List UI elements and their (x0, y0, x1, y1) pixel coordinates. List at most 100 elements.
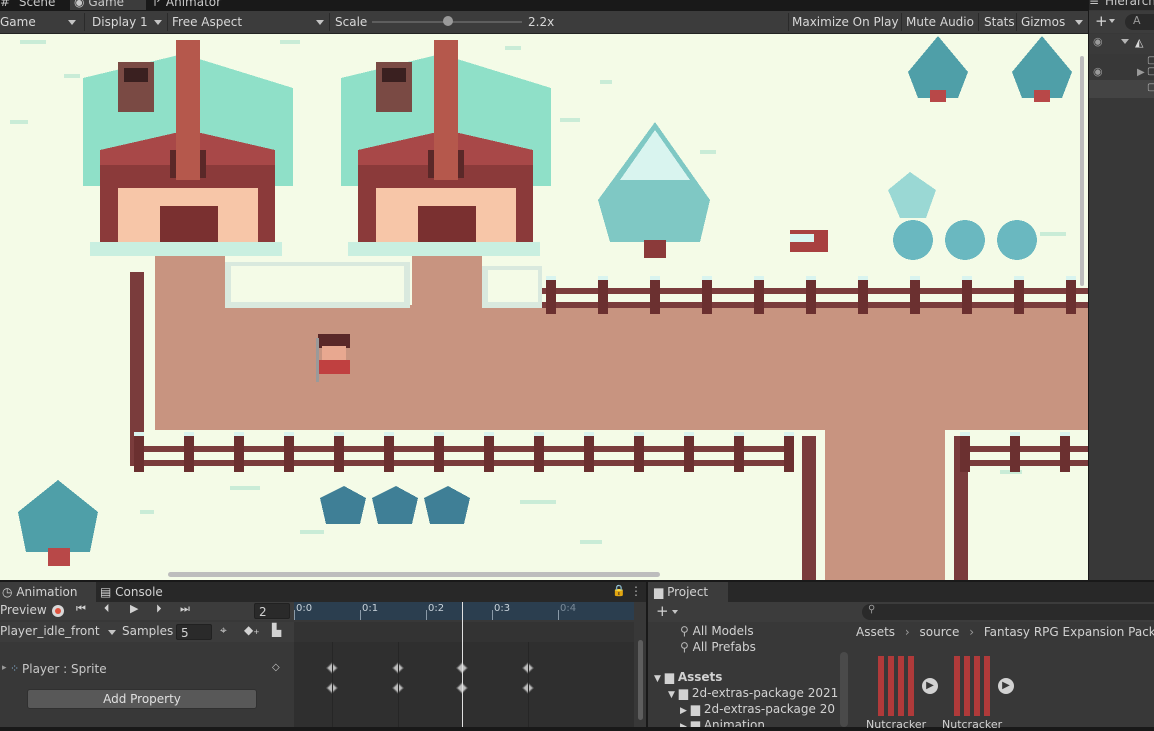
mute-audio-button[interactable]: Mute Audio (906, 13, 974, 31)
preview-button[interactable]: Preview (0, 603, 47, 617)
scale-slider-handle[interactable] (442, 16, 453, 26)
game-icon: ◉ (74, 0, 85, 9)
breadcrumb-item[interactable]: Assets (856, 625, 895, 639)
search-icon: ⚲ (868, 604, 876, 615)
timeline-tick-mark (558, 610, 559, 620)
playhead[interactable] (462, 602, 463, 727)
first-keyframe-icon[interactable]: ⏮ (76, 602, 86, 616)
sprite-sheet-preview (954, 656, 994, 716)
divider (788, 13, 789, 31)
expand-arrow-icon[interactable] (1121, 39, 1129, 44)
divider (901, 13, 902, 31)
breadcrumb-item[interactable]: source (920, 625, 960, 639)
tree-item-label: 2d-extras-package 20 (703, 702, 835, 716)
hierarchy-search-input[interactable]: A (1125, 14, 1154, 30)
scale-label: Scale (335, 15, 368, 29)
expand-arrow-icon[interactable]: ▶ (1137, 67, 1145, 78)
tab-animation[interactable]: ◷ Animation (0, 582, 96, 602)
dopesheet-area[interactable] (294, 642, 634, 727)
kebab-menu-icon[interactable]: ⋮ (630, 584, 642, 598)
search-field-glyph: A (1133, 14, 1141, 27)
last-keyframe-icon[interactable]: ⏭ (180, 602, 190, 616)
project-search-input[interactable]: ⚲ (862, 604, 1154, 620)
frame-field[interactable]: 2 (254, 603, 290, 619)
favorite-item[interactable]: ⚲ All Models (680, 624, 754, 638)
asset-thumbnail[interactable]: ▶ Nutcracker (940, 654, 1014, 731)
visibility-eye-icon[interactable]: ◉ (1093, 65, 1103, 78)
tree-item[interactable]: ▶ ▆ 2d-extras-package 20 (680, 702, 838, 716)
tree-item-label: Assets (677, 670, 723, 684)
aspect-dropdown[interactable]: Free Aspect (172, 13, 328, 31)
folder-icon: ▆ (678, 686, 688, 700)
keyframe-filter-icon[interactable]: ⌖ (220, 623, 227, 638)
animation-panel: ◷ Animation ▤ Console 🔒 ⋮ Preview ⏮ ⏴ ▶ … (0, 582, 646, 727)
playback-controls: Preview ⏮ ⏴ ▶ ⏵ ⏭ 2 (0, 602, 294, 620)
display-dropdown[interactable]: Display 1 (92, 13, 166, 31)
hierarchy-icon: ≡ (1089, 0, 1100, 8)
hierarchy-row-scene[interactable]: ◉ ◭ (1089, 34, 1154, 54)
asset-thumbnail[interactable]: ▶ Nutcracker (864, 654, 938, 731)
hierarchy-panel: Hierarchy ≡ + A ◉ ◭ ▢ ◉ ▶ ▢ ▢ (1089, 0, 1154, 580)
chevron-down-icon (68, 20, 76, 25)
divider (84, 13, 85, 31)
gizmos-label: Gizmos (1021, 15, 1066, 29)
property-row[interactable]: ▸ ⁘ Player : Sprite ◇ (0, 660, 294, 680)
play-icon[interactable]: ▶ (130, 602, 138, 615)
hierarchy-title[interactable]: Hierarchy (1105, 0, 1154, 8)
divider (978, 13, 979, 31)
timeline-tick-label: 0:3 (494, 603, 511, 614)
scale-slider[interactable] (372, 16, 522, 26)
samples-label: Samples (122, 624, 174, 638)
samples-value: 5 (181, 626, 189, 640)
favorite-item[interactable]: ⚲ All Prefabs (680, 640, 756, 654)
tree-item[interactable]: ▼ ▆ 2d-extras-package 2021 (668, 686, 838, 700)
horizontal-scrollbar[interactable] (168, 572, 660, 577)
aspect-label: Free Aspect (172, 15, 243, 29)
clip-dropdown[interactable]: Player_idle_front (0, 624, 100, 638)
game-viewport[interactable] (0, 34, 1088, 580)
vertical-scrollbar[interactable] (636, 622, 646, 727)
add-event-icon[interactable]: ▙ (272, 623, 281, 637)
expand-arrow-icon: ▼ (668, 690, 675, 700)
vertical-scrollbar[interactable] (1080, 56, 1084, 286)
timeline-tick-mark (360, 610, 361, 620)
maximize-on-play-button[interactable]: Maximize On Play (792, 13, 899, 31)
play-icon[interactable]: ▶ (998, 678, 1014, 694)
gameobject-icon: ▢ (1147, 82, 1154, 93)
tab-console[interactable]: ▤ Console (100, 582, 180, 602)
breadcrumb-item[interactable]: Fantasy RPG Expansion Pack Snow (984, 625, 1154, 639)
add-property-label: Add Property (103, 692, 181, 706)
tab-game[interactable]: ◉ Game (70, 0, 146, 10)
expand-arrow-icon[interactable]: ▸ (2, 663, 7, 673)
folder-icon: ▆ (654, 585, 664, 599)
timeline-ruler[interactable]: 0:0 0:1 0:2 0:3 0:4 (294, 602, 634, 620)
lock-icon[interactable]: 🔒 (612, 584, 626, 597)
keyframe-diamond-icon[interactable]: ◇ (272, 662, 280, 673)
stats-button[interactable]: Stats (984, 13, 1015, 31)
add-icon[interactable]: + (656, 602, 669, 620)
display-label: Display 1 (92, 15, 148, 29)
project-panel: ▆ Project + ⚲ ⚲ All Models ⚲ All Prefabs… (648, 582, 1154, 731)
display-mode-dropdown[interactable]: Game (0, 13, 80, 31)
visibility-eye-icon[interactable]: ◉ (1093, 35, 1103, 48)
record-button[interactable] (52, 605, 64, 617)
vertical-scrollbar[interactable] (840, 652, 848, 727)
hierarchy-row[interactable]: ▢ (1089, 80, 1154, 98)
tab-project[interactable]: ▆ Project (648, 582, 728, 602)
game-scene (0, 34, 1088, 580)
next-keyframe-icon[interactable]: ⏵ (156, 602, 162, 616)
add-icon[interactable]: + (1095, 12, 1108, 30)
add-keyframe-icon[interactable]: ◆₊ (244, 623, 260, 637)
samples-field[interactable]: 5 (176, 624, 212, 640)
tree-item-assets[interactable]: ▼ ▆ Assets (654, 670, 722, 684)
tab-scene-label: Scene (18, 0, 56, 9)
play-icon[interactable]: ▶ (922, 678, 938, 694)
timeline-gridline (528, 642, 529, 727)
gizmos-dropdown[interactable]: Gizmos (1021, 13, 1087, 31)
ferns (320, 486, 470, 524)
tab-scene[interactable]: # Scene (0, 0, 70, 10)
tree-item[interactable]: ▶ ▆ Animation (680, 718, 765, 727)
previous-keyframe-icon[interactable]: ⏴ (104, 602, 110, 616)
add-property-button[interactable]: Add Property (27, 689, 257, 709)
tab-animator[interactable]: ↱ Animator (152, 0, 232, 10)
